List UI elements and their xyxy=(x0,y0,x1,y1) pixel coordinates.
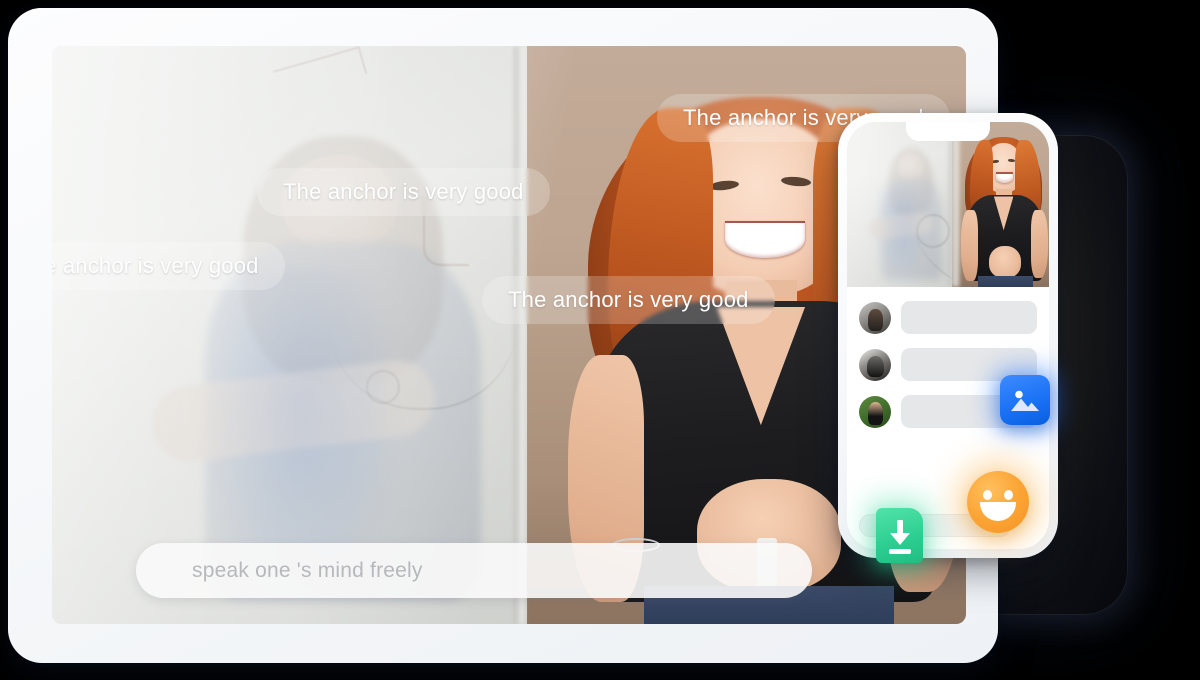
mockup-stage: The anchor is very good The anchor is ve… xyxy=(0,0,1200,680)
presenter-jeans xyxy=(977,276,1033,287)
avatar xyxy=(859,348,891,381)
smiley-icon[interactable] xyxy=(967,471,1029,533)
scene-reflected-person xyxy=(867,145,952,281)
phone-video-player[interactable] xyxy=(847,122,1049,287)
presenter-hands xyxy=(989,245,1022,278)
presenter-arm-right xyxy=(1031,210,1049,278)
chat-bubble: The anchor is very good xyxy=(482,276,775,324)
comment-placeholder-bar xyxy=(901,301,1037,334)
tablet-message-input[interactable]: speak one 's mind freely xyxy=(136,543,812,598)
tablet-screen: The anchor is very good The anchor is ve… xyxy=(52,46,966,624)
download-icon[interactable] xyxy=(876,508,923,563)
list-item[interactable] xyxy=(859,301,1037,334)
chat-bubble-text: The anchor is very good xyxy=(283,179,524,204)
image-icon[interactable] xyxy=(1000,375,1050,425)
reflected-head xyxy=(897,153,924,181)
phone-notch xyxy=(906,122,990,141)
download-arrow-head xyxy=(890,533,910,545)
download-baseline xyxy=(889,549,911,554)
smiley-eye-right xyxy=(1004,490,1013,500)
chat-bubble-text: The anchor is very good xyxy=(52,253,259,278)
chat-bubble: The anchor is very good xyxy=(257,168,550,216)
tablet-message-placeholder: speak one 's mind freely xyxy=(192,558,423,582)
chat-bubble-text: The anchor is very good xyxy=(508,287,749,312)
smiley-eye-left xyxy=(983,490,992,500)
avatar xyxy=(859,395,891,428)
avatar xyxy=(859,301,891,334)
presenter-arm-left xyxy=(960,210,978,281)
chat-bubble: The anchor is very good xyxy=(52,242,285,290)
smiley-mouth xyxy=(980,502,1016,521)
presenter-smile xyxy=(995,171,1014,183)
phone-video-scene xyxy=(847,122,1049,287)
scene-presenter xyxy=(960,134,1049,287)
